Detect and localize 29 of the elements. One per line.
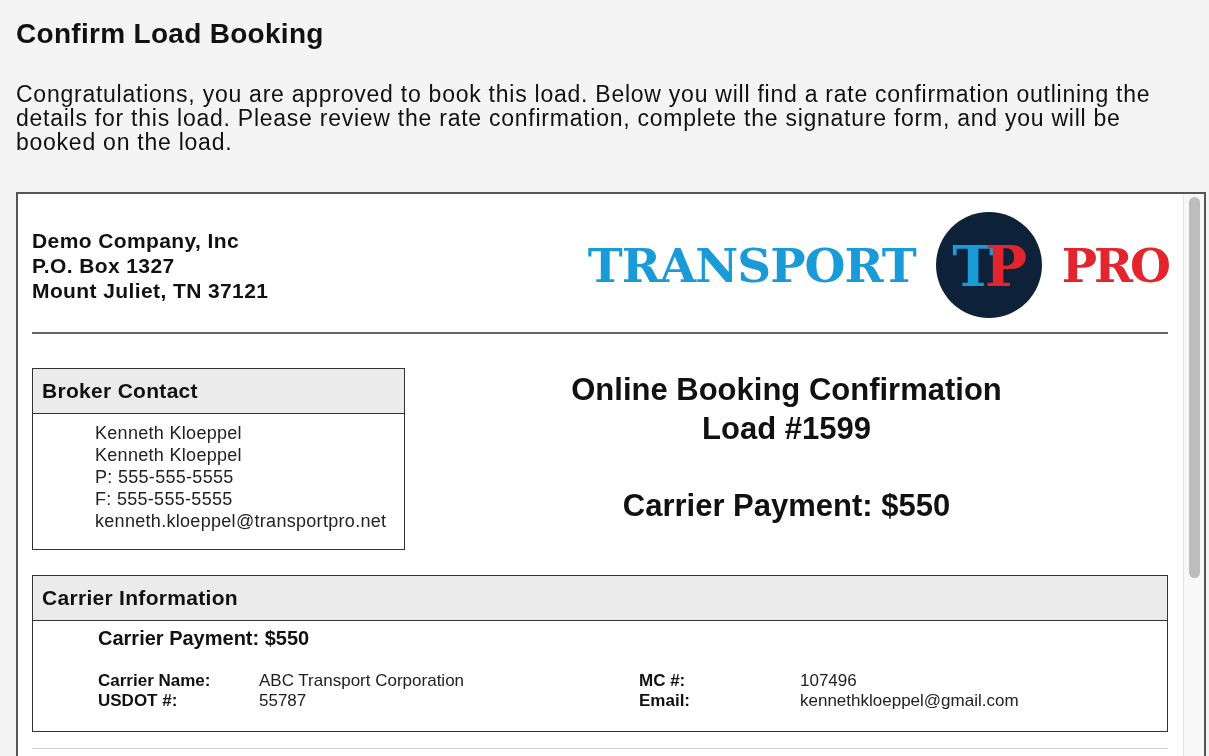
address-line: Demo Company, Inc [32,227,240,253]
scrollbar-track[interactable] [1183,194,1204,756]
section-heading: Carrier Information [33,576,1167,621]
field-value: kennethkloeppel@gmail.com [800,691,1019,711]
section-heading: Broker Contact [33,369,404,414]
contact-line: Kenneth Kloeppel [95,444,242,466]
payment-amount: Carrier Payment: $550 [98,626,310,650]
contact-line: kenneth.kloeppel@transportpro.net [95,510,387,532]
intro-text: Congratulations, you are approved to book this load. Below you will find a rate confirmation outlining the details for this load. Please review the rate confirmation, complete the signature form, and you will be booked on the load. [16,82,1152,154]
monogram-logo: TP [935,212,1042,318]
scrollbar-thumb[interactable] [1189,197,1200,578]
payment-amount: Carrier Payment: $550 [622,487,951,525]
contact-line: F: 555-555-5555 [95,488,233,510]
field-value: 107496 [800,671,857,691]
field-label: Email: [639,691,691,711]
logo-text: PRO [1061,241,1168,289]
field-label: USDOT #: [98,691,178,711]
load-number: Load #1599 [702,410,871,448]
page-title: Confirm Load Booking [16,20,324,48]
confirmation-title: Online Booking Confirmation [571,371,1002,409]
address-line: Mount Juliet, TN 37121 [32,277,269,303]
field-value: 55787 [259,691,307,711]
field-label: Carrier Name: [98,671,211,691]
logo-text: TRANSPORT [587,241,916,289]
contact-line: Kenneth Kloeppel [95,422,242,444]
address-line: P.O. Box 1327 [32,252,175,278]
contact-line: P: 555-555-5555 [95,466,234,488]
field-label: MC #: [639,671,686,691]
field-value: ABC Transport Corporation [259,671,465,691]
